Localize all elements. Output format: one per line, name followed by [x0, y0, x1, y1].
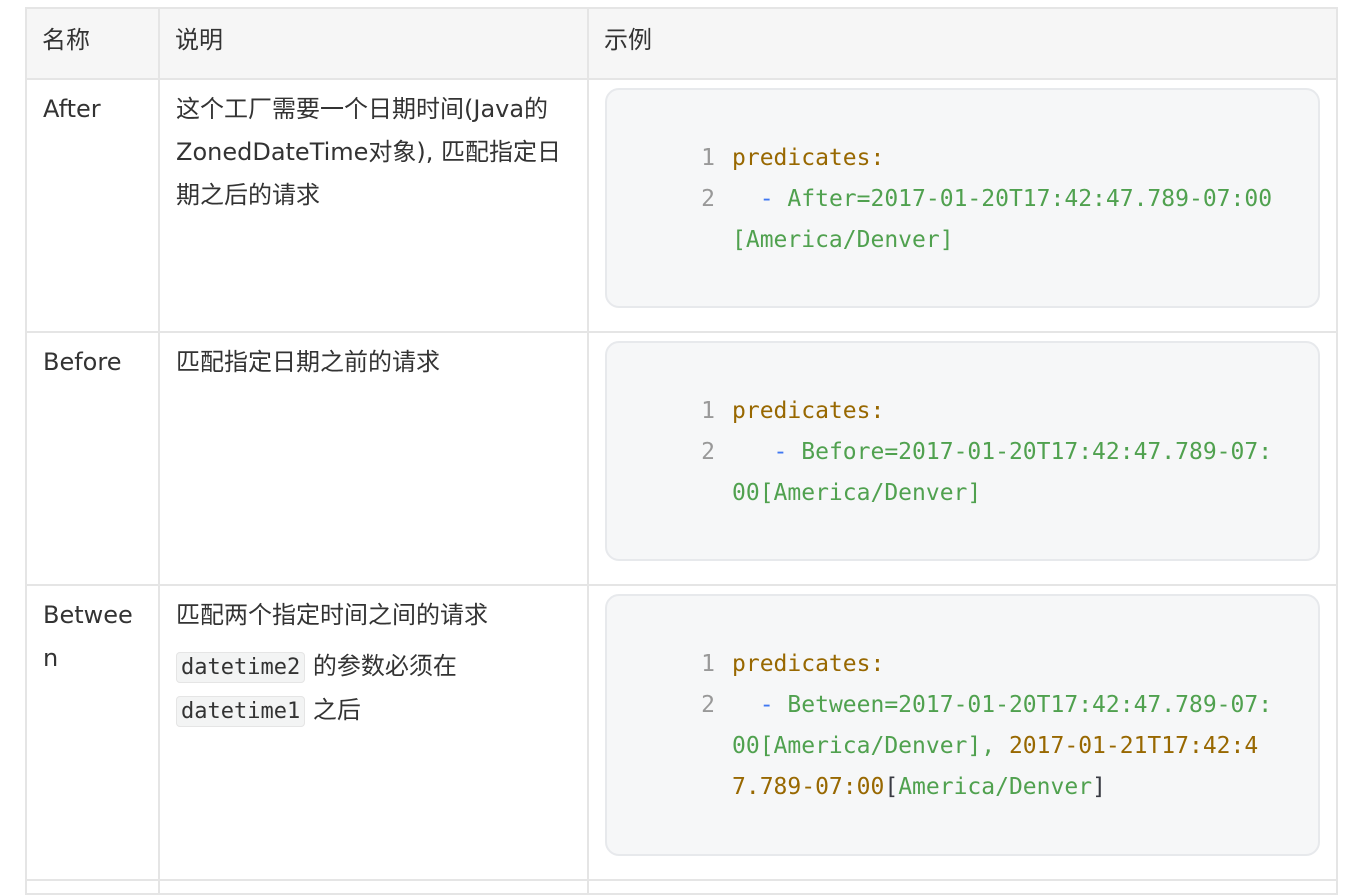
code-line: 1 predicates:: [677, 391, 1318, 432]
row-example: 1 predicates: 2 - Before=2017-01-20T17:4…: [587, 331, 1338, 586]
code-line: 2 - Before=2017-01-20T17:42:47.789-07:00…: [677, 432, 1318, 514]
line-content: predicates:: [732, 391, 1318, 432]
list-dash: -: [759, 692, 774, 718]
row-name: Before: [25, 331, 160, 586]
row-description: 这个工厂需要一个日期时间(Java的 ZonedDateTime对象), 匹配指…: [158, 78, 589, 333]
line-content: - Between=2017-01-20T17:42:47.789-07:00[…: [732, 685, 1318, 808]
yaml-value: After=2017-01-20T17:42:47.789-07:00[Amer…: [732, 186, 1273, 253]
line-content: predicates:: [732, 644, 1318, 685]
line-number: 1: [701, 651, 715, 677]
yaml-key: predicates:: [732, 398, 885, 424]
predicates-table: 名称 说明 示例 After 这个工厂需要一个日期时间(Java的 ZonedD…: [25, 7, 1338, 895]
code-block[interactable]: 1 predicates: 2 - After=2017-01-20T17:42…: [605, 88, 1320, 308]
yaml-value: Before=2017-01-20T17:42:47.789-07:00[Ame…: [732, 439, 1273, 506]
note-text: 的参数必须在: [305, 652, 457, 680]
table-header: 名称 说明 示例: [25, 7, 1338, 80]
header-name: 名称: [25, 7, 160, 80]
row-example: 1 predicates: 2 - After=2017-01-20T17:42…: [587, 78, 1338, 333]
description-text: 这个工厂需要一个日期时间(Java的 ZonedDateTime对象), 匹配指…: [176, 95, 562, 209]
code-line: 1 predicates:: [677, 138, 1318, 179]
table-row: After 这个工厂需要一个日期时间(Java的 ZonedDateTime对象…: [25, 78, 1338, 333]
table-row: Between 匹配两个指定时间之间的请求 datetime2 的参数必须在 da…: [25, 584, 1338, 881]
line-number: 2: [701, 692, 715, 718]
bracket: [: [884, 774, 899, 800]
description-note: datetime2 的参数必须在 datetime1 之后: [176, 645, 571, 733]
row-example: 1 predicates: 2 - Between=2017-01-20T17:…: [587, 584, 1338, 881]
line-number: 2: [701, 439, 715, 465]
header-example: 示例: [587, 7, 1338, 80]
code-line: 1 predicates:: [677, 644, 1318, 685]
table-row: Before 匹配指定日期之前的请求 1 predicates: 2 - Bef…: [25, 331, 1338, 586]
line-content: - Before=2017-01-20T17:42:47.789-07:00[A…: [732, 432, 1318, 514]
code-line: 2 - After=2017-01-20T17:42:47.789-07:00[…: [677, 179, 1318, 261]
header-description: 说明: [158, 7, 589, 80]
yaml-value-zone: America/Denver: [898, 774, 1093, 800]
list-dash: -: [759, 186, 774, 212]
line-content: - After=2017-01-20T17:42:47.789-07:00[Am…: [732, 179, 1318, 261]
inline-code: datetime1: [176, 696, 306, 727]
line-number: 2: [701, 186, 715, 212]
line-number: 1: [701, 145, 715, 171]
row-name: After: [25, 78, 160, 333]
line-number: 1: [701, 398, 715, 424]
yaml-key: predicates:: [732, 651, 885, 677]
description-text: 匹配指定日期之前的请求: [176, 348, 440, 376]
code-block[interactable]: 1 predicates: 2 - Before=2017-01-20T17:4…: [605, 341, 1320, 561]
header-row: 名称 说明 示例: [25, 7, 1338, 80]
yaml-key: predicates:: [732, 145, 885, 171]
line-content: predicates:: [732, 138, 1318, 179]
list-dash: -: [773, 439, 788, 465]
row-description: 匹配两个指定时间之间的请求 datetime2 的参数必须在 datetime1 …: [158, 584, 589, 881]
description-text: 匹配两个指定时间之间的请求: [176, 601, 488, 629]
row-name: Between: [25, 584, 160, 881]
bracket: ]: [1092, 774, 1106, 800]
inline-code: datetime2: [176, 652, 306, 683]
code-block[interactable]: 1 predicates: 2 - Between=2017-01-20T17:…: [605, 594, 1320, 856]
code-line: 2 - Between=2017-01-20T17:42:47.789-07:0…: [677, 685, 1318, 808]
note-text: 之后: [305, 696, 361, 724]
row-description: 匹配指定日期之前的请求: [158, 331, 589, 586]
